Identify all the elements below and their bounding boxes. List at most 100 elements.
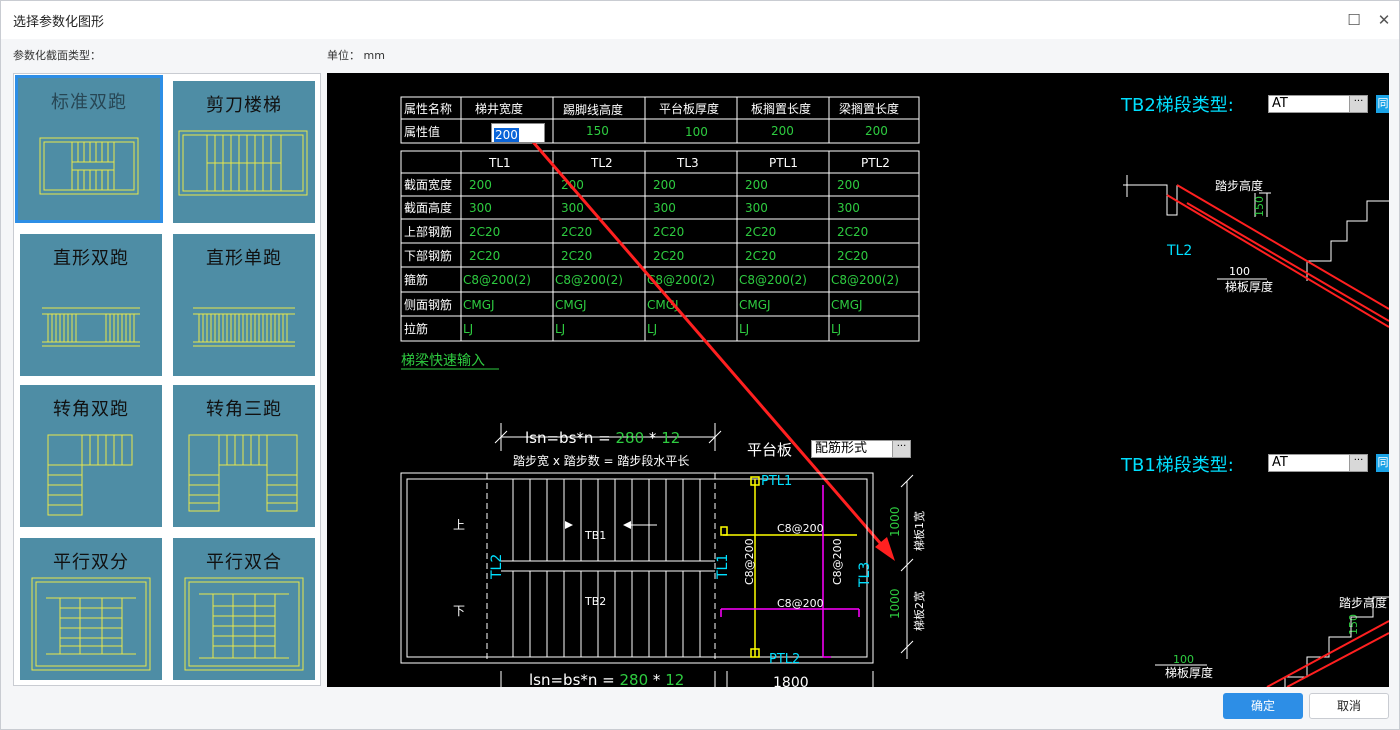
attr-header: 梁搁置长度 <box>839 101 899 116</box>
attr-header: 踢脚线高度 <box>563 102 623 117</box>
maximize-icon[interactable]: ☐ <box>1341 7 1367 33</box>
beam-cell[interactable]: 300 <box>469 201 492 215</box>
beam-cell[interactable]: CMGJ <box>555 298 587 312</box>
well-width-input[interactable]: 200 <box>491 123 545 143</box>
dialog-window: 选择参数化图形 ☐ ✕ 参数化截面类型： 单位： mm 标准双跑 剪刀楼梯 直形… <box>0 0 1400 730</box>
tb2-label: TB2 <box>584 595 606 608</box>
beam-cell[interactable]: 2C20 <box>561 249 592 263</box>
cancel-button[interactable]: 取消 <box>1309 693 1389 719</box>
beam-cell[interactable]: 2C20 <box>469 249 500 263</box>
cad-preview-canvas[interactable]: 属性名称 梯井宽度 踢脚线高度 平台板厚度 板搁置长度 梁搁置长度 属性值 15… <box>327 73 1389 687</box>
stair-thumbnail-icon <box>178 130 308 196</box>
beam-cell[interactable]: LJ <box>831 322 841 336</box>
beam-cell[interactable]: 2C20 <box>653 249 684 263</box>
attr-value[interactable]: 200 <box>771 124 794 138</box>
tb1-label: TB1 <box>584 529 606 542</box>
beam-cell[interactable]: 300 <box>745 201 768 215</box>
attr-value[interactable]: 200 <box>865 124 888 138</box>
beam-col-header: TL1 <box>488 156 511 170</box>
tile-corner-double-run[interactable]: 转角双跑 <box>20 385 162 527</box>
close-icon[interactable]: ✕ <box>1371 7 1397 33</box>
beam-cell[interactable]: 2C20 <box>561 225 592 239</box>
tile-parallel-merge[interactable]: 平行双合 <box>173 538 315 680</box>
width2-label: 梯板2宽 <box>912 591 926 631</box>
beam-cell[interactable]: 300 <box>561 201 584 215</box>
attr-header: 板搁置长度 <box>751 101 811 116</box>
beam-cell[interactable]: 300 <box>653 201 676 215</box>
formula-top: lsn=bs*n = 280 * 12 <box>525 429 680 447</box>
beam-cell[interactable]: 300 <box>837 201 860 215</box>
attr-header: 梯井宽度 <box>475 101 523 116</box>
beam-row-label: 箍筋 <box>404 272 428 287</box>
rebar-label: C8@200 <box>777 522 824 535</box>
step-height-label: 踏步高度 <box>1215 178 1263 193</box>
attr-value[interactable]: 150 <box>586 124 609 138</box>
beam-cell[interactable]: CMGJ <box>739 298 771 312</box>
beam-cell[interactable]: 2C20 <box>837 249 868 263</box>
ellipsis-icon[interactable]: ··· <box>1349 455 1367 471</box>
beam-cell[interactable]: CMGJ <box>831 298 863 312</box>
tile-scissor-stair[interactable]: 剪刀楼梯 <box>173 81 315 223</box>
ok-button[interactable]: 确定 <box>1223 693 1303 719</box>
tile-parallel-split[interactable]: 平行双分 <box>20 538 162 680</box>
ellipsis-icon[interactable]: ··· <box>1349 96 1367 112</box>
beam-cell[interactable]: C8@200(2) <box>831 273 899 287</box>
beam-row-label: 截面高度 <box>404 200 452 215</box>
tb1-type-value: AT <box>1272 455 1288 470</box>
stair-thumbnail-icon <box>47 434 133 516</box>
tile-standard-double-run[interactable]: 标准双跑 <box>15 75 163 223</box>
beam-cell[interactable]: 2C20 <box>837 225 868 239</box>
width1-label: 梯板1宽 <box>912 511 926 551</box>
stair-thumbnail-icon <box>39 137 139 195</box>
attr-value[interactable]: 100 <box>685 125 708 139</box>
tb1-same-button[interactable]: 同 <box>1376 454 1389 472</box>
beam-cell[interactable]: C8@200(2) <box>463 273 531 287</box>
beam-cell[interactable]: LJ <box>647 322 657 336</box>
platform-rebar-dropdown[interactable]: 配筋形式 ··· <box>811 440 911 458</box>
beam-cell[interactable]: LJ <box>555 322 565 336</box>
bottom-width: 1800 <box>773 675 809 687</box>
platform-rebar-value: 配筋形式 <box>815 441 868 456</box>
rebar-label: C8@200 <box>777 597 824 610</box>
beam-cell[interactable]: C8@200(2) <box>555 273 623 287</box>
tb1-type-dropdown[interactable]: AT ··· <box>1268 454 1368 472</box>
tb2-type-dropdown[interactable]: AT ··· <box>1268 95 1368 113</box>
beam-cell[interactable]: LJ <box>463 322 473 336</box>
quick-input-link[interactable]: 梯梁快速输入 <box>401 353 485 369</box>
beam-cell[interactable]: 2C20 <box>469 225 500 239</box>
stair-thumbnail-icon <box>31 577 151 671</box>
beam-cell[interactable]: 200 <box>745 178 768 192</box>
rebar-label: C8@200 <box>743 538 756 585</box>
attr-header: 平台板厚度 <box>659 101 719 116</box>
tile-corner-triple-run[interactable]: 转角三跑 <box>173 385 315 527</box>
beam-cell[interactable]: 2C20 <box>745 225 776 239</box>
tb2-type-label: TB2梯段类型: <box>1120 95 1234 116</box>
tl1-label: TL1 <box>715 554 731 580</box>
attr-header: 属性名称 <box>404 101 452 116</box>
beam-cell[interactable]: 2C20 <box>653 225 684 239</box>
tb1-type-label: TB1梯段类型: <box>1120 455 1234 476</box>
ellipsis-icon[interactable]: ··· <box>892 441 910 457</box>
title-bar: 选择参数化图形 ☐ ✕ <box>1 1 1399 39</box>
beam-cell[interactable]: 200 <box>837 178 860 192</box>
tb2-tl2-label: TL2 <box>1166 243 1192 259</box>
beam-col-header: PTL1 <box>769 156 798 170</box>
beam-cell[interactable]: 2C20 <box>745 249 776 263</box>
beam-cell[interactable]: LJ <box>739 322 749 336</box>
unit-label: 单位： mm <box>327 49 385 62</box>
beam-col-header: PTL2 <box>861 156 890 170</box>
beam-cell[interactable]: 200 <box>653 178 676 192</box>
tb2-same-button[interactable]: 同 <box>1376 95 1389 113</box>
beam-cell[interactable]: 200 <box>469 178 492 192</box>
formula-bottom: lsn=bs*n = 280 * 12 <box>529 671 684 687</box>
stair-thumbnail-icon <box>188 434 298 512</box>
formula-note: 踏步宽 x 踏步数 = 踏步段水平长 <box>513 453 689 468</box>
tile-straight-single-run[interactable]: 直形单跑 <box>173 234 315 376</box>
thickness-label: 梯板厚度 <box>1165 665 1213 680</box>
beam-cell[interactable]: C8@200(2) <box>739 273 807 287</box>
beam-cell[interactable]: CMGJ <box>463 298 495 312</box>
tile-straight-double-run[interactable]: 直形双跑 <box>20 234 162 376</box>
rebar-label: C8@200 <box>831 538 844 585</box>
beam-row-label: 拉筋 <box>404 321 428 336</box>
beam-col-header: TL3 <box>676 156 699 170</box>
